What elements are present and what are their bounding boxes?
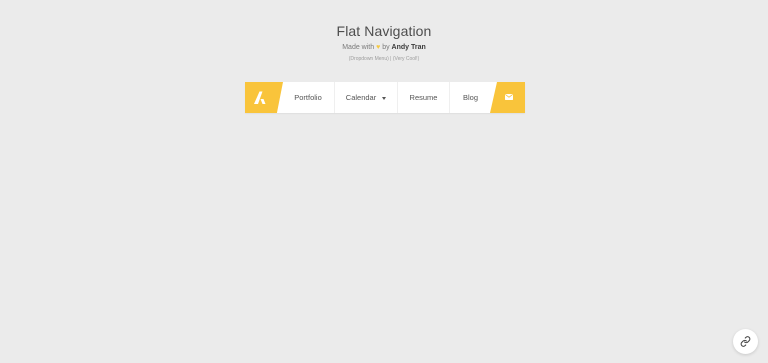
page-title: Flat Navigation: [336, 23, 432, 39]
link-fab-button[interactable]: [733, 329, 758, 354]
nav-item-label: Resume: [409, 93, 438, 102]
nav-item-label: Blog: [462, 93, 478, 102]
nav-item-blog[interactable]: Blog: [450, 82, 491, 113]
nav-item-label: Portfolio: [294, 93, 322, 102]
credits-line: Made with ♥ by Andy Tran: [0, 43, 768, 53]
link-icon: [740, 336, 751, 347]
nav-item-label: Calendar: [345, 93, 377, 102]
author-link[interactable]: Andy Tran: [392, 44, 426, 51]
made-with-text: Made with: [342, 44, 375, 51]
by-text: by: [382, 44, 390, 51]
nav-item-resume[interactable]: Resume: [398, 82, 450, 113]
logo-a-icon: [254, 91, 266, 104]
nav-logo-button[interactable]: [245, 82, 283, 113]
caret-down-icon: [382, 96, 387, 100]
mail-icon: [505, 94, 513, 100]
mail-button[interactable]: [490, 82, 525, 113]
page-note: (Dropdown Menu) | (Very Cool!): [348, 56, 420, 62]
page-header: Flat Navigation Made with ♥ by Andy Tran…: [0, 22, 768, 63]
nav-item-calendar[interactable]: Calendar: [335, 82, 398, 113]
flat-navigation-bar: Portfolio Calendar Resume Blog: [245, 82, 525, 113]
nav-menu: Portfolio Calendar Resume Blog: [282, 82, 491, 113]
heart-icon: ♥: [376, 44, 381, 51]
nav-item-portfolio[interactable]: Portfolio: [282, 82, 335, 113]
